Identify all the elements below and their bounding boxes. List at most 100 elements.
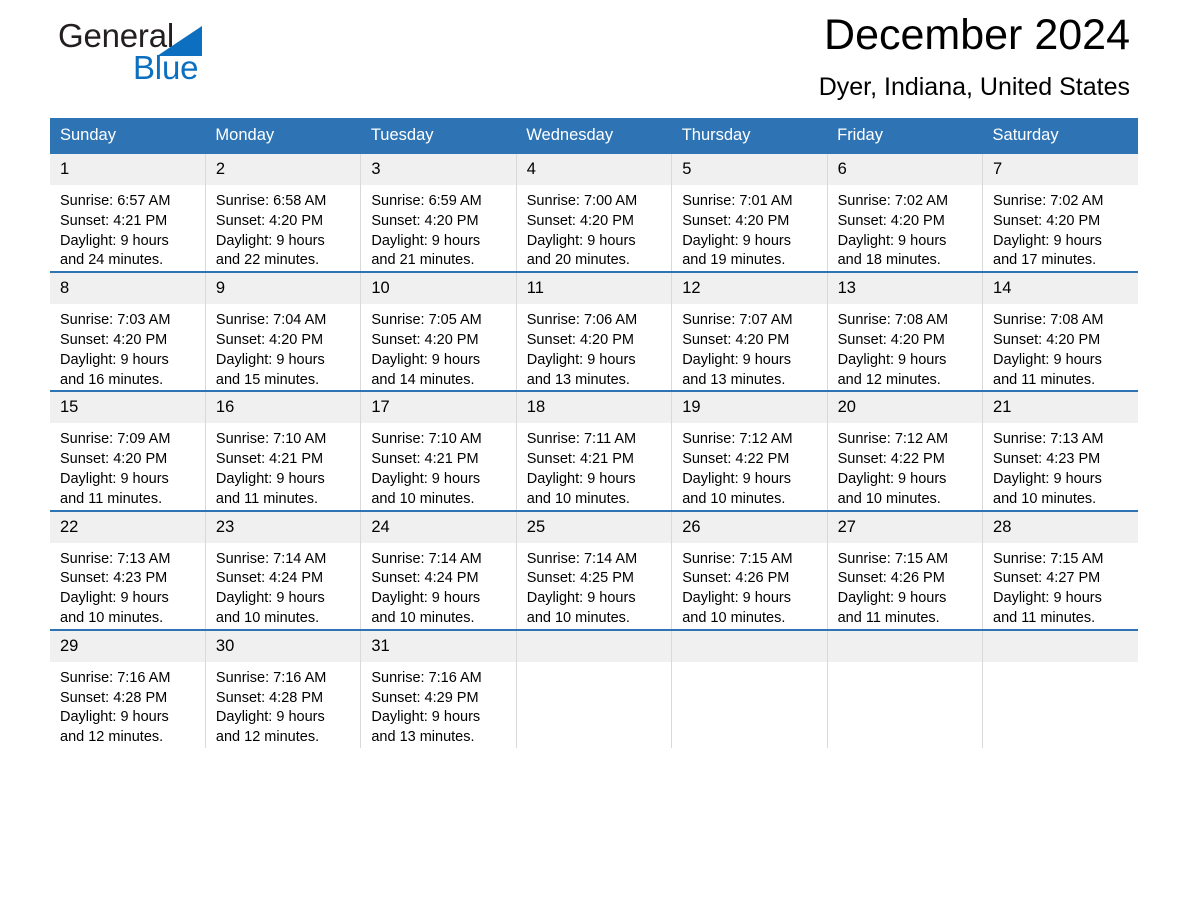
day-details: Sunrise: 7:10 AM Sunset: 4:21 PM Dayligh…: [361, 423, 515, 509]
day-cell[interactable]: 27 Sunrise: 7:15 AM Sunset: 4:26 PM Dayl…: [827, 509, 984, 630]
day-details: Sunrise: 7:14 AM Sunset: 4:24 PM Dayligh…: [206, 543, 360, 629]
daylight-text-line1: Daylight: 9 hours: [371, 590, 481, 607]
day-cell[interactable]: 18 Sunrise: 7:11 AM Sunset: 4:21 PM Dayl…: [516, 390, 673, 511]
day-number: 9: [205, 273, 361, 305]
day-number: 30: [205, 630, 361, 662]
day-cell[interactable]: 29 Sunrise: 7:16 AM Sunset: 4:28 PM Dayl…: [50, 628, 206, 748]
weekday-header-thursday: Thursday: [671, 118, 828, 154]
sunset-text: Sunset: 4:20 PM: [60, 451, 168, 468]
sunset-text: Sunset: 4:20 PM: [526, 212, 634, 229]
day-cell[interactable]: 13 Sunrise: 7:08 AM Sunset: 4:20 PM Dayl…: [827, 271, 984, 392]
day-cell[interactable]: 9 Sunrise: 7:04 AM Sunset: 4:20 PM Dayli…: [205, 271, 362, 392]
day-cell[interactable]: 7 Sunrise: 7:02 AM Sunset: 4:20 PM Dayli…: [982, 154, 1138, 273]
sunrise-text: Sunrise: 7:12 AM: [682, 431, 793, 448]
general-blue-logo[interactable]: General Blue: [58, 16, 258, 90]
daylight-text-line2: and 18 minutes.: [837, 252, 941, 269]
daylight-text-line1: Daylight: 9 hours: [215, 351, 325, 368]
day-number: 28: [983, 511, 1138, 543]
day-cell[interactable]: 4 Sunrise: 7:00 AM Sunset: 4:20 PM Dayli…: [516, 154, 673, 273]
sunset-text: Sunset: 4:26 PM: [837, 570, 945, 587]
day-details: Sunrise: 7:14 AM Sunset: 4:25 PM Dayligh…: [517, 543, 671, 629]
day-cell[interactable]: 10 Sunrise: 7:05 AM Sunset: 4:20 PM Dayl…: [360, 271, 517, 392]
day-details: Sunrise: 7:15 AM Sunset: 4:27 PM Dayligh…: [983, 543, 1138, 629]
day-number: 26: [672, 511, 827, 543]
day-cell[interactable]: 24 Sunrise: 7:14 AM Sunset: 4:24 PM Dayl…: [360, 509, 517, 630]
day-number: 22: [50, 511, 205, 543]
day-cell[interactable]: 22 Sunrise: 7:13 AM Sunset: 4:23 PM Dayl…: [50, 509, 206, 630]
day-number: 29: [50, 630, 205, 662]
day-cell[interactable]: 19 Sunrise: 7:12 AM Sunset: 4:22 PM Dayl…: [671, 390, 828, 511]
sunset-text: Sunset: 4:24 PM: [215, 570, 324, 587]
day-cell[interactable]: 30 Sunrise: 7:16 AM Sunset: 4:28 PM Dayl…: [205, 628, 362, 748]
sunrise-text: Sunrise: 7:08 AM: [837, 312, 949, 329]
day-details: Sunrise: 7:02 AM Sunset: 4:20 PM Dayligh…: [983, 185, 1138, 271]
sunset-text: Sunset: 4:21 PM: [371, 451, 479, 468]
day-cell[interactable]: 11 Sunrise: 7:06 AM Sunset: 4:20 PM Dayl…: [516, 271, 673, 392]
daylight-text-line2: and 10 minutes.: [371, 490, 475, 507]
day-cell[interactable]: 25 Sunrise: 7:14 AM Sunset: 4:25 PM Dayl…: [516, 509, 673, 630]
day-cell[interactable]: 8 Sunrise: 7:03 AM Sunset: 4:20 PM Dayli…: [50, 271, 206, 392]
day-details: Sunrise: 7:15 AM Sunset: 4:26 PM Dayligh…: [672, 543, 826, 629]
day-cell[interactable]: 28 Sunrise: 7:15 AM Sunset: 4:27 PM Dayl…: [982, 509, 1138, 630]
day-cell[interactable]: 17 Sunrise: 7:10 AM Sunset: 4:21 PM Dayl…: [360, 390, 517, 511]
day-details: Sunrise: 7:13 AM Sunset: 4:23 PM Dayligh…: [983, 423, 1138, 509]
sunrise-text: Sunrise: 7:06 AM: [526, 312, 638, 329]
sunset-text: Sunset: 4:27 PM: [993, 570, 1101, 587]
day-cell[interactable]: 20 Sunrise: 7:12 AM Sunset: 4:22 PM Dayl…: [827, 390, 984, 511]
daylight-text-line2: and 11 minutes.: [993, 371, 1096, 388]
day-cell[interactable]: 26 Sunrise: 7:15 AM Sunset: 4:26 PM Dayl…: [671, 509, 828, 630]
day-cell[interactable]: 3 Sunrise: 6:59 AM Sunset: 4:20 PM Dayli…: [360, 154, 517, 273]
day-number: 11: [516, 273, 672, 305]
day-cell[interactable]: 5 Sunrise: 7:01 AM Sunset: 4:20 PM Dayli…: [671, 154, 828, 273]
day-cell[interactable]: 23 Sunrise: 7:14 AM Sunset: 4:24 PM Dayl…: [205, 509, 362, 630]
day-cell[interactable]: 31 Sunrise: 7:16 AM Sunset: 4:29 PM Dayl…: [360, 628, 517, 748]
sunset-text: Sunset: 4:20 PM: [371, 212, 479, 229]
daylight-text-line2: and 12 minutes.: [837, 371, 941, 388]
sunset-text: Sunset: 4:20 PM: [682, 212, 790, 229]
sunrise-text: Sunrise: 7:05 AM: [371, 312, 482, 329]
sunrise-text: Sunrise: 7:15 AM: [837, 550, 949, 567]
sunrise-text: Sunrise: 7:14 AM: [215, 550, 327, 567]
daylight-text-line2: and 10 minutes.: [526, 490, 630, 507]
sunrise-text: Sunrise: 7:15 AM: [682, 550, 793, 567]
daylight-text-line2: and 14 minutes.: [371, 371, 475, 388]
sunrise-text: Sunrise: 7:16 AM: [371, 669, 482, 686]
sunrise-text: Sunrise: 7:15 AM: [993, 550, 1104, 567]
day-cell[interactable]: 16 Sunrise: 7:10 AM Sunset: 4:21 PM Dayl…: [205, 390, 362, 511]
sunrise-text: Sunrise: 7:00 AM: [526, 193, 638, 209]
sunrise-text: Sunrise: 7:09 AM: [60, 431, 171, 448]
day-number: 21: [983, 392, 1138, 424]
daylight-text-line1: Daylight: 9 hours: [993, 470, 1102, 487]
daylight-text-line2: and 10 minutes.: [215, 609, 320, 626]
daylight-text-line1: Daylight: 9 hours: [215, 232, 325, 249]
day-cell-empty: [982, 628, 1138, 748]
day-details: Sunrise: 7:12 AM Sunset: 4:22 PM Dayligh…: [672, 423, 826, 509]
sunset-text: Sunset: 4:28 PM: [215, 689, 324, 706]
sunrise-sunset-calendar: Sunday Monday Tuesday Wednesday Thursday…: [50, 118, 1138, 748]
day-cell[interactable]: 15 Sunrise: 7:09 AM Sunset: 4:20 PM Dayl…: [50, 390, 206, 511]
sunset-text: Sunset: 4:20 PM: [215, 331, 324, 348]
day-cell[interactable]: 2 Sunrise: 6:58 AM Sunset: 4:20 PM Dayli…: [205, 154, 362, 273]
sunrise-text: Sunrise: 6:57 AM: [60, 193, 171, 209]
day-cell[interactable]: 1 Sunrise: 6:57 AM Sunset: 4:21 PM Dayli…: [50, 154, 206, 273]
daylight-text-line2: and 19 minutes.: [682, 252, 786, 269]
day-number: 5: [672, 154, 827, 185]
sunrise-text: Sunrise: 7:01 AM: [682, 193, 793, 209]
day-cell[interactable]: 21 Sunrise: 7:13 AM Sunset: 4:23 PM Dayl…: [982, 390, 1138, 511]
day-details: Sunrise: 7:00 AM Sunset: 4:20 PM Dayligh…: [517, 185, 671, 271]
sunset-text: Sunset: 4:20 PM: [60, 331, 168, 348]
day-details: Sunrise: 6:57 AM Sunset: 4:21 PM Dayligh…: [50, 185, 205, 271]
day-cell[interactable]: 14 Sunrise: 7:08 AM Sunset: 4:20 PM Dayl…: [982, 271, 1138, 392]
daylight-text-line1: Daylight: 9 hours: [837, 232, 947, 249]
day-number: [516, 630, 672, 662]
day-cell[interactable]: 12 Sunrise: 7:07 AM Sunset: 4:20 PM Dayl…: [671, 271, 828, 392]
daylight-text-line2: and 16 minutes.: [60, 371, 164, 388]
daylight-text-line1: Daylight: 9 hours: [526, 351, 636, 368]
daylight-text-line1: Daylight: 9 hours: [682, 232, 791, 249]
daylight-text-line1: Daylight: 9 hours: [371, 470, 481, 487]
day-number: 20: [827, 392, 983, 424]
day-details: Sunrise: 7:14 AM Sunset: 4:24 PM Dayligh…: [361, 543, 515, 629]
sunset-text: Sunset: 4:22 PM: [837, 451, 945, 468]
day-cell[interactable]: 6 Sunrise: 7:02 AM Sunset: 4:20 PM Dayli…: [827, 154, 984, 273]
sunset-text: Sunset: 4:20 PM: [526, 331, 634, 348]
